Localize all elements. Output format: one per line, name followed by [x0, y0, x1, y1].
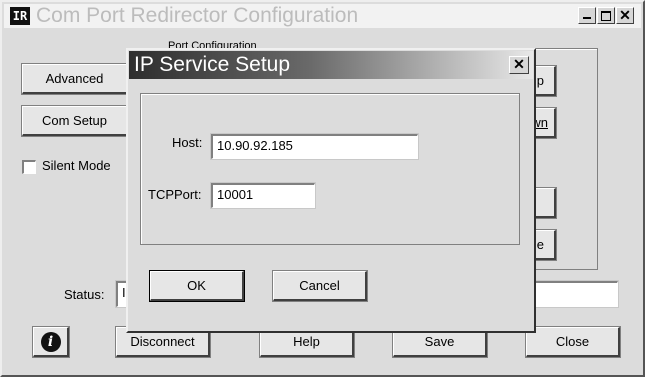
- ok-button-label: OK: [187, 278, 206, 293]
- host-input-value: 10.90.92.185: [217, 138, 293, 153]
- dialog-title: IP Service Setup: [134, 53, 291, 76]
- disconnect-button-label: Disconnect: [130, 334, 195, 349]
- cancel-button-label: Cancel: [299, 278, 340, 293]
- close-window-button[interactable]: ✕: [616, 7, 634, 24]
- silent-mode-checkbox[interactable]: [22, 160, 36, 174]
- tcpport-input-value: 10001: [217, 187, 254, 202]
- dialog-close-button[interactable]: ✕: [509, 56, 529, 74]
- tcpport-label: TCPPort:: [148, 187, 202, 202]
- save-button-label: Save: [424, 334, 455, 349]
- tcpport-input[interactable]: 10001: [210, 182, 316, 209]
- main-window-title: Com Port Redirector Configuration: [36, 4, 359, 27]
- host-label: Host:: [172, 135, 203, 150]
- help-button-label: Help: [293, 334, 320, 349]
- port-button-1-label: p: [536, 73, 544, 88]
- app-logo-text: IR: [12, 9, 28, 23]
- close-button-label: Close: [555, 334, 590, 349]
- com-setup-button[interactable]: Com Setup: [21, 105, 129, 137]
- info-button[interactable]: i: [32, 326, 70, 358]
- host-input[interactable]: 10.90.92.185: [210, 133, 419, 160]
- dialog-close-icon: ✕: [513, 56, 525, 72]
- app-logo-icon: IR: [10, 7, 30, 25]
- minimize-icon: [583, 17, 591, 19]
- status-label: Status:: [64, 287, 105, 302]
- ok-button[interactable]: OK: [149, 270, 245, 302]
- maximize-button[interactable]: [597, 7, 615, 24]
- com-setup-button-label: Com Setup: [41, 113, 108, 128]
- close-icon: ✕: [619, 7, 631, 23]
- dialog-settings-group: [140, 93, 520, 245]
- info-icon: i: [40, 331, 61, 352]
- advanced-button-label: Advanced: [45, 71, 104, 86]
- cancel-button[interactable]: Cancel: [272, 270, 368, 302]
- minimize-button[interactable]: [578, 7, 596, 24]
- port-button-4-label: e: [536, 237, 544, 252]
- silent-mode-label: Silent Mode: [42, 158, 111, 173]
- advanced-button[interactable]: Advanced: [21, 63, 129, 95]
- close-button[interactable]: Close: [525, 326, 621, 358]
- maximize-icon: [601, 11, 611, 21]
